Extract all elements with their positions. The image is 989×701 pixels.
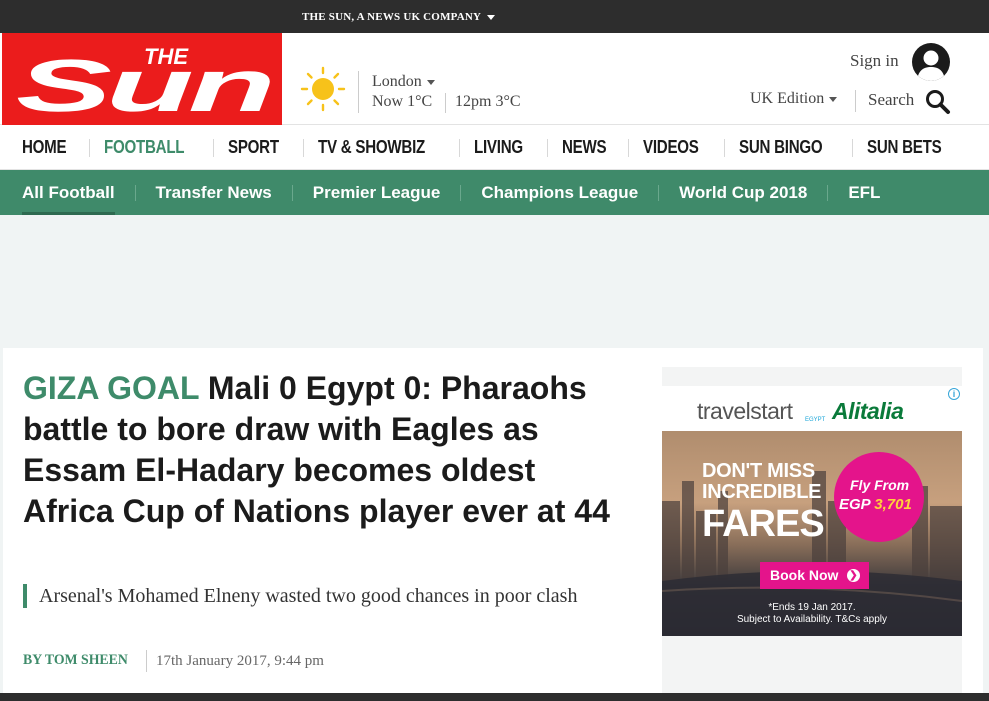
subnav-divider xyxy=(460,184,462,201)
nav-item-tv-showbiz[interactable]: TV & SHOWBIZ xyxy=(318,137,425,158)
company-label: THE SUN, A NEWS UK COMPANY xyxy=(302,11,482,23)
nav-divider xyxy=(302,138,304,157)
subnav-divider xyxy=(658,184,660,201)
chevron-down-icon xyxy=(487,14,496,20)
nav-divider xyxy=(213,138,215,157)
subnav-divider xyxy=(291,184,293,201)
publish-date: 17th January 2017, 9:44 pm xyxy=(156,653,324,669)
subnav-item-world-cup-2018[interactable]: World Cup 2018 xyxy=(679,183,807,203)
sign-in-link[interactable]: Sign in xyxy=(850,51,899,71)
nav-divider xyxy=(88,138,90,157)
ad-amount: 3,701 xyxy=(874,496,912,513)
nav-divider xyxy=(628,138,630,157)
ad-fine-print-date: *Ends 19 Jan 2017. xyxy=(768,602,856,613)
ad-info-icon[interactable]: i xyxy=(948,388,960,400)
nav-item-football[interactable]: FOOTBALL xyxy=(104,137,185,158)
company-menu[interactable]: THE SUN, A NEWS UK COMPANY xyxy=(302,11,496,23)
subnav-divider xyxy=(827,184,829,201)
arrow-right-icon: ❯ xyxy=(847,569,860,582)
byline-divider xyxy=(146,650,147,672)
ad-headline: DON'T MISS INCREDIBLE xyxy=(702,460,822,503)
travelstart-region: EGYPT xyxy=(805,417,826,423)
nav-divider xyxy=(546,138,548,157)
book-now-label: Book Now xyxy=(770,567,839,583)
book-now-button[interactable]: Book Now ❯ xyxy=(760,562,869,589)
nav-divider xyxy=(851,138,853,157)
ad-currency: EGP xyxy=(839,496,871,513)
logo-wordmark: THE Sun xyxy=(16,44,275,125)
football-subnavigation: All Football Transfer News Premier Leagu… xyxy=(0,170,989,215)
subnav-item-champions-league[interactable]: Champions League xyxy=(481,183,638,203)
temperature-now: Now 1°C xyxy=(372,93,433,110)
nav-divider xyxy=(723,138,725,157)
nav-item-sun-bingo[interactable]: SUN BINGO xyxy=(739,137,823,158)
temperature-later: 12pm 3°C xyxy=(455,93,521,110)
site-header: THE Sun London Now 1°C 12pm 3°C Sign in … xyxy=(0,33,989,125)
subnav-divider xyxy=(134,184,136,201)
ad-brand-strip: travelstart EGYPT Alitalia i xyxy=(662,386,962,431)
chevron-down-icon xyxy=(829,96,838,102)
nav-item-videos[interactable]: VIDEOS xyxy=(643,137,699,158)
search-label[interactable]: Search xyxy=(868,90,914,110)
nav-item-living[interactable]: LIVING xyxy=(474,137,523,158)
user-silhouette xyxy=(917,50,945,81)
header-divider xyxy=(855,90,856,112)
ad-headline-line1: DON'T MISS xyxy=(702,460,815,482)
advertisement[interactable]: travelstart EGYPT Alitalia i DON'T MISS I… xyxy=(662,386,962,636)
ad-headline-fares: FARES xyxy=(702,503,825,545)
subnav-item-all-football[interactable]: All Football xyxy=(22,183,115,215)
temperature-divider xyxy=(445,93,446,113)
alitalia-logo: Alitalia xyxy=(832,398,904,424)
chevron-down-icon xyxy=(426,79,435,85)
subnav-item-premier-league[interactable]: Premier League xyxy=(313,183,441,203)
weather-city-select[interactable]: London xyxy=(372,73,435,91)
top-bar: THE SUN, A NEWS UK COMPANY xyxy=(0,0,989,33)
travelstart-logo: travelstart xyxy=(697,398,793,424)
the-sun-logo[interactable]: THE Sun xyxy=(2,33,282,125)
subnav-item-transfer-news[interactable]: Transfer News xyxy=(156,183,272,203)
bottom-bar xyxy=(0,693,989,701)
nav-divider xyxy=(459,138,461,157)
ad-fly-from: Fly From xyxy=(850,477,910,493)
main-navigation: HOME FOOTBALL SPORT TV & SHOWBIZ LIVING … xyxy=(0,125,989,170)
weather-divider xyxy=(358,71,359,113)
ad-headline-line2: INCREDIBLE xyxy=(702,481,822,503)
logo-sun: Sun xyxy=(16,44,272,125)
article-headline: GIZA GOAL Mali 0 Egypt 0: Pharaohs battl… xyxy=(23,368,633,532)
author-byline[interactable]: BY TOM SHEEN xyxy=(23,652,128,669)
sun-icon xyxy=(300,66,346,112)
article-standfirst: Arsenal's Mohamed Elneny wasted two good… xyxy=(23,584,633,608)
subnav-item-efl[interactable]: EFL xyxy=(848,183,880,203)
ad-fine-print-terms: Subject to Availability. T&Cs apply xyxy=(736,614,888,625)
search-icon[interactable] xyxy=(925,89,951,115)
nav-item-news[interactable]: NEWS xyxy=(562,137,607,158)
city-label: London xyxy=(372,73,422,90)
ad-price: EGP 3,701 xyxy=(839,496,912,513)
nav-item-home[interactable]: HOME xyxy=(22,137,67,158)
nav-item-sun-bets[interactable]: SUN BETS xyxy=(867,137,942,158)
headline-kicker: GIZA GOAL xyxy=(23,370,199,406)
edition-label: UK Edition xyxy=(750,90,825,107)
nav-item-sport[interactable]: SPORT xyxy=(228,137,279,158)
edition-select[interactable]: UK Edition xyxy=(750,90,838,108)
avatar-icon[interactable] xyxy=(912,43,950,81)
